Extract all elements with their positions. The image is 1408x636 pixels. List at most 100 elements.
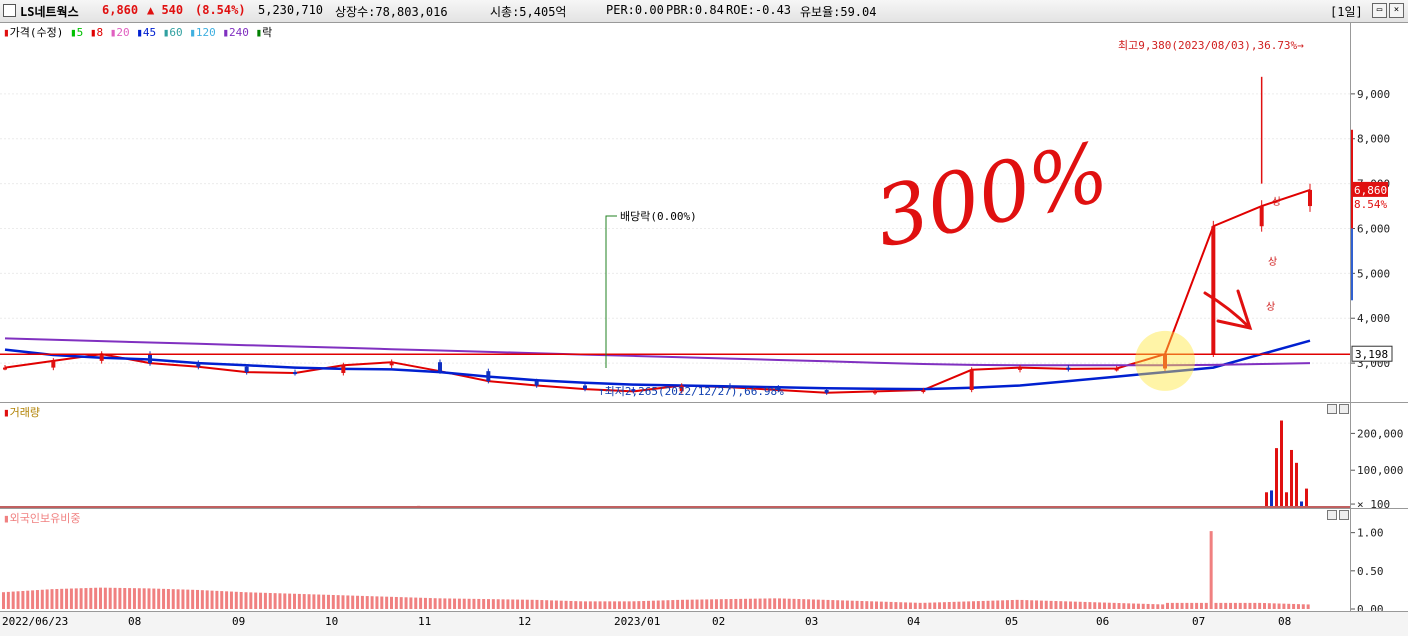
foreign-bar: [695, 599, 699, 609]
foreign-bar: [884, 601, 888, 609]
candle-body: [148, 354, 152, 364]
foreign-bar: [1243, 602, 1247, 609]
per-value: PER:0.00: [606, 3, 664, 17]
foreign-bar: [879, 601, 883, 609]
foreign-bar: [1233, 602, 1237, 609]
foreign-bar: [1122, 603, 1126, 609]
foreign-bar: [1282, 603, 1286, 609]
foreign-bar: [326, 594, 330, 609]
foreign-bar: [967, 601, 971, 609]
price-tick-label: 9,000: [1357, 88, 1390, 101]
foreign-bar: [108, 587, 112, 609]
dividend-marker: [605, 215, 617, 368]
foreign-chart[interactable]: [0, 509, 1350, 612]
foreign-bar: [559, 600, 563, 609]
foreign-bar: [744, 598, 748, 609]
foreign-bar: [229, 591, 233, 609]
foreign-bar: [1248, 602, 1252, 609]
foreign-bar: [598, 601, 602, 609]
foreign-bar: [564, 600, 568, 609]
foreign-bar: [957, 601, 961, 609]
foreign-bar: [865, 601, 869, 609]
foreign-bar: [259, 592, 263, 609]
foreign-bar: [947, 602, 951, 609]
foreign-bar: [656, 600, 660, 609]
foreign-bar: [457, 598, 461, 609]
foreign-bar: [550, 600, 554, 609]
foreign-bar: [263, 592, 267, 609]
foreign-bar: [1044, 600, 1048, 609]
dividend-annotation: 배당락(0.00%): [620, 210, 697, 223]
stock-name[interactable]: LS네트웍스: [20, 3, 79, 20]
close-icon[interactable]: ×: [1389, 3, 1404, 18]
foreign-bar: [293, 593, 296, 609]
price-pane[interactable]: ▮가격(수정) ▮5 ▮8 ▮20 ▮45 ▮60 ▮120 ▮240 ▮락 최…: [0, 22, 1350, 403]
price-tick-label: 6,000: [1357, 222, 1390, 235]
foreign-bar: [360, 595, 364, 609]
volume-bar: [1265, 492, 1268, 507]
foreign-bar: [593, 601, 597, 609]
foreign-bar: [942, 602, 946, 609]
foreign-bar: [1209, 531, 1213, 609]
foreign-bar: [1190, 602, 1194, 609]
foreign-bar: [671, 600, 675, 609]
candle-body: [438, 362, 442, 372]
foreign-bar: [875, 601, 878, 609]
foreign-bar: [831, 600, 835, 609]
foreign-bar: [152, 588, 156, 609]
foreign-bar: [196, 589, 199, 609]
foreign-bar: [763, 598, 767, 609]
last-pct-label: 8.54%: [1354, 198, 1387, 211]
price-axis: 3,0004,0005,0006,0007,0008,0009,0003,198…: [1350, 22, 1408, 403]
volume-bar: [1270, 490, 1273, 507]
foreign-bar: [336, 595, 340, 609]
foreign-bar: [899, 602, 903, 609]
foreign-bar: [74, 588, 78, 609]
candle-body: [1114, 368, 1119, 371]
volume-value: 5,230,710: [258, 3, 324, 17]
price-chart[interactable]: 최고9,380(2023/08/03),36.73%→ ↑최저2,265(2022…: [0, 23, 1350, 403]
volume-pane[interactable]: ▮거래량: [0, 402, 1350, 509]
foreign-bar: [351, 595, 355, 609]
foreign-bar: [166, 589, 170, 609]
candle-body: [244, 366, 249, 373]
foreign-axis: 1.00 0.50 0.00: [1350, 508, 1408, 612]
foreign-bar: [1102, 602, 1106, 609]
foreign-bar: [1267, 603, 1271, 609]
select-checkbox[interactable]: [3, 4, 16, 17]
foreign-bar: [986, 600, 990, 609]
foreign-bar: [962, 601, 966, 609]
foreign-bar: [482, 599, 486, 609]
foreign-bar: [603, 601, 607, 609]
foreign-bar: [181, 589, 185, 609]
foreign-bar: [811, 599, 815, 609]
foreign-bar: [821, 599, 825, 609]
foreign-bar: [147, 588, 151, 609]
listed-shares: 상장수:78,803,016: [335, 5, 448, 19]
foreign-bar: [637, 601, 641, 609]
foreign-bar: [132, 588, 136, 609]
foreign-bar: [690, 599, 694, 609]
foreign-bar: [588, 601, 592, 609]
foreign-bar: [365, 596, 369, 609]
foreign-bar: [710, 599, 714, 609]
foreign-bar: [545, 600, 549, 609]
candle-body: [51, 360, 56, 368]
foreign-bar: [1127, 603, 1131, 609]
foreign-bar: [346, 595, 350, 609]
foreign-bar: [6, 591, 10, 609]
restore-icon[interactable]: ▭: [1372, 3, 1387, 18]
foreign-bar: [99, 587, 102, 609]
foreign-pane[interactable]: ▮외국인보유비중: [0, 508, 1350, 612]
foreign-bar: [739, 598, 743, 609]
candle-body: [1066, 367, 1071, 370]
foreign-bar: [142, 588, 146, 609]
volume-chart[interactable]: [0, 403, 1350, 509]
foreign-bar: [1229, 602, 1233, 609]
foreign-bar: [1175, 602, 1179, 609]
period-selector[interactable]: [1일]: [1330, 3, 1363, 20]
pbr-value: PBR:0.84: [666, 3, 724, 17]
foreign-bar: [991, 600, 995, 609]
reference-label: 3,198: [1355, 348, 1388, 361]
price-tick-label: 5,000: [1357, 267, 1390, 280]
